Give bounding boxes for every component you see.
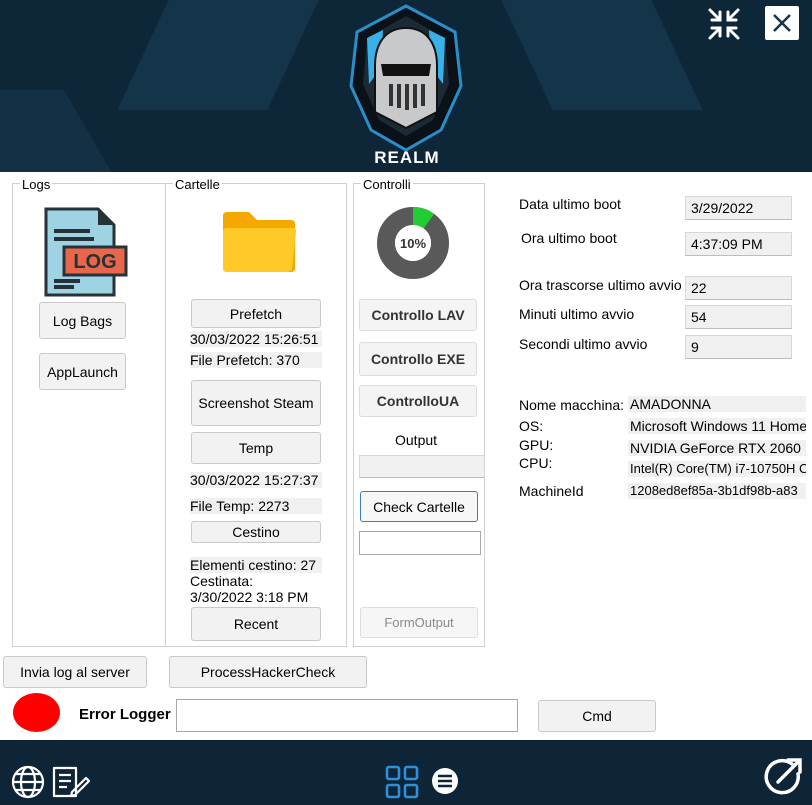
prefetch-date: 30/03/2022 15:26:51 xyxy=(190,331,322,347)
cestinata-label: Cestinata: xyxy=(190,573,254,589)
prefetch-button[interactable]: Prefetch xyxy=(191,299,321,328)
log-bags-button[interactable]: Log Bags xyxy=(39,302,126,339)
list-circle-icon[interactable] xyxy=(430,766,460,796)
cestino-item-count: Elementi cestino: 27 xyxy=(190,557,322,573)
machine-id-value: 1208ed8ef85a-3b1df98b-a83 xyxy=(628,483,806,499)
cmd-button[interactable]: Cmd xyxy=(538,700,656,732)
check-cartelle-field[interactable] xyxy=(359,531,481,555)
temp-button[interactable]: Temp xyxy=(191,432,321,464)
temp-date: 30/03/2022 15:27:37 xyxy=(190,472,322,488)
ora-ultimo-boot-label: Ora ultimo boot xyxy=(521,230,617,246)
globe-icon[interactable] xyxy=(10,764,46,800)
output-label: Output xyxy=(395,432,438,448)
footer-bar xyxy=(0,740,812,805)
controllo-lav-button[interactable]: Controllo LAV xyxy=(359,299,477,331)
progress-arc xyxy=(412,207,435,229)
log-file-icon: LOG xyxy=(40,207,130,297)
invia-log-button[interactable]: Invia log al server xyxy=(3,656,147,688)
log-file-icon-text: LOG xyxy=(73,251,116,273)
gpu-value: NVIDIA GeForce RTX 2060 xyxy=(628,440,806,456)
screenshot-steam-button[interactable]: Screenshot Steam xyxy=(191,380,321,426)
prefetch-file-count: File Prefetch: 370 xyxy=(190,352,322,368)
ore-trascorse-value: 22 xyxy=(685,276,792,300)
ora-ultimo-boot-value: 4:37:09 PM xyxy=(685,232,792,256)
temp-file-count: File Temp: 2273 xyxy=(190,498,322,514)
controlli-group-title: Controlli xyxy=(361,177,413,192)
external-link-icon[interactable] xyxy=(762,756,804,798)
error-logger-field[interactable] xyxy=(176,699,518,732)
compress-arrows-icon[interactable] xyxy=(706,6,742,42)
grid-icon[interactable] xyxy=(384,764,420,800)
cpu-label: CPU: xyxy=(519,455,553,471)
controllo-ua-button[interactable]: ControlloUA xyxy=(359,385,477,417)
os-value: Microsoft Windows 11 Home xyxy=(628,418,806,434)
error-logger-label: Error Logger xyxy=(79,706,171,723)
os-label: OS: xyxy=(519,418,544,434)
background-shape xyxy=(0,90,116,172)
nome-macchina-value: AMADONNA xyxy=(628,396,806,412)
cestinata-date: 3/30/2022 3:18 PM xyxy=(190,589,309,605)
nome-macchina-label: Nome macchina: xyxy=(519,397,625,413)
process-hacker-check-button[interactable]: ProcessHackerCheck xyxy=(169,656,367,688)
secondi-ultimo-avvio-value: 9 xyxy=(685,335,792,359)
minuti-ultimo-avvio-label: Minuti ultimo avvio xyxy=(519,306,635,322)
cestino-button[interactable]: Cestino xyxy=(191,521,321,543)
background-shape xyxy=(117,0,333,110)
realm-logo-icon xyxy=(349,4,463,152)
secondi-ultimo-avvio-label: Secondi ultimo avvio xyxy=(519,336,648,352)
logs-group-title: Logs xyxy=(20,177,53,192)
cpu-value: Intel(R) Core(TM) i7-10750H CPU @ 2.60GH… xyxy=(628,461,806,477)
controllo-exe-button[interactable]: Controllo EXE xyxy=(359,342,477,376)
ore-trascorse-label: Ora trascorse ultimo avvio xyxy=(519,277,682,293)
gpu-label: GPU: xyxy=(519,437,554,453)
minuti-ultimo-avvio-value: 54 xyxy=(685,305,792,329)
data-ultimo-boot-value: 3/29/2022 xyxy=(685,196,792,220)
header-banner: REALM xyxy=(0,0,812,172)
close-icon xyxy=(773,14,791,32)
progress-label: 10% xyxy=(400,236,426,251)
machine-id-label: MachineId xyxy=(519,483,584,499)
check-cartelle-button[interactable]: Check Cartelle xyxy=(360,491,478,522)
edit-log-icon[interactable] xyxy=(50,764,90,800)
close-button[interactable] xyxy=(765,6,799,40)
progress-ring: 10% xyxy=(377,207,449,279)
app-launch-button[interactable]: AppLaunch xyxy=(39,353,126,390)
data-ultimo-boot-label: Data ultimo boot xyxy=(519,196,621,212)
cartelle-group-title: Cartelle xyxy=(173,177,222,192)
logo-text: REALM xyxy=(374,148,440,167)
background-shape xyxy=(487,0,703,110)
form-output-button[interactable]: FormOutput xyxy=(360,607,478,638)
folder-icon xyxy=(223,212,297,272)
status-indicator xyxy=(13,693,60,732)
recent-button[interactable]: Recent xyxy=(191,607,321,641)
output-field xyxy=(359,455,485,478)
